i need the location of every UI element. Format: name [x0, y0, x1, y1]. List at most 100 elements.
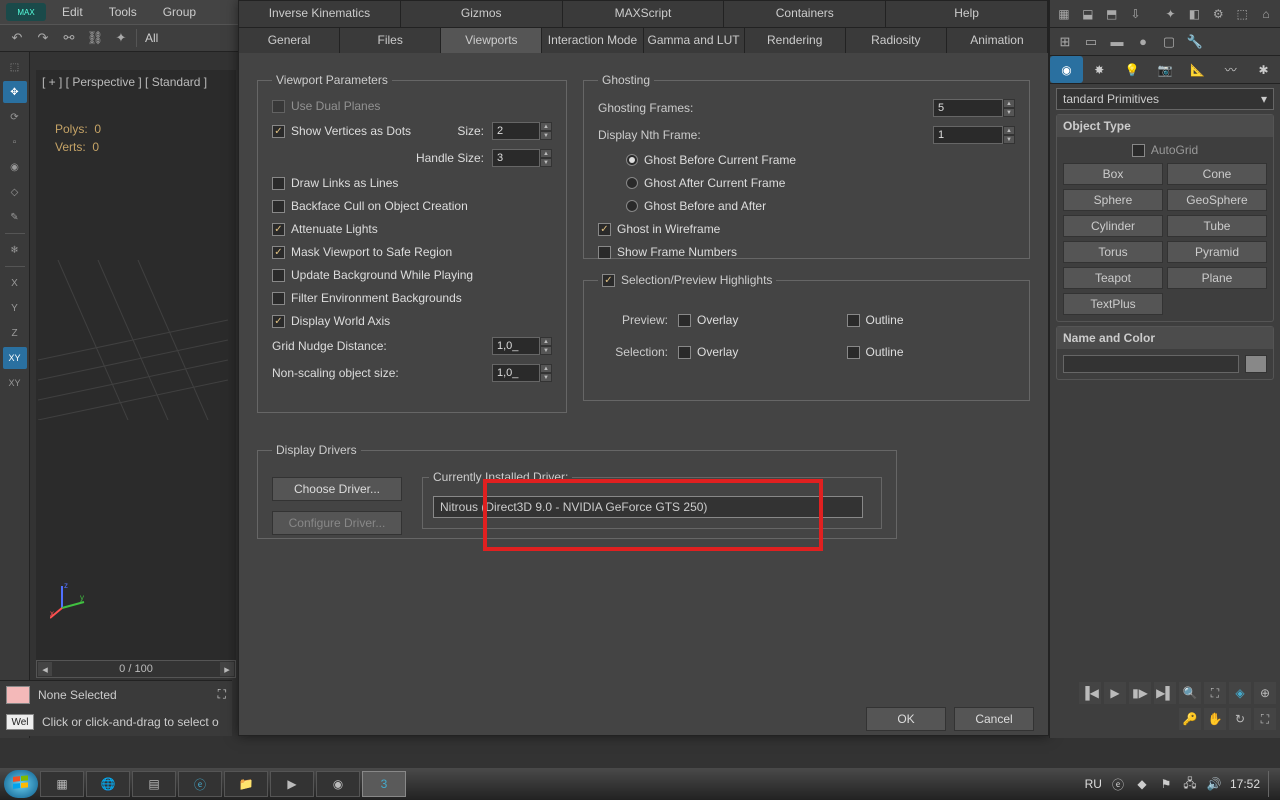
- menu-edit[interactable]: Edit: [52, 3, 93, 21]
- rt-btn5-icon[interactable]: ✦: [1161, 3, 1181, 25]
- scale-tool-icon[interactable]: ▫: [3, 131, 27, 153]
- tray-app-icon[interactable]: ◆: [1134, 776, 1150, 792]
- rt2-btn2-icon[interactable]: ▭: [1080, 31, 1102, 53]
- tray-ie-icon[interactable]: ⓔ: [1110, 776, 1126, 792]
- tab-general[interactable]: General: [239, 28, 340, 53]
- rt-btn8-icon[interactable]: ⬚: [1232, 3, 1252, 25]
- obj-cylinder[interactable]: Cylinder: [1063, 215, 1163, 237]
- sel-overlay-checkbox[interactable]: [678, 346, 691, 359]
- tab-ik[interactable]: Inverse Kinematics: [239, 1, 401, 27]
- name-color-header[interactable]: Name and Color: [1057, 327, 1273, 349]
- sel-outline-checkbox[interactable]: [847, 346, 860, 359]
- undo-icon[interactable]: ↶: [6, 27, 28, 49]
- hierarchy-tab-icon[interactable]: 💡: [1116, 56, 1149, 83]
- obj-cone[interactable]: Cone: [1167, 163, 1267, 185]
- configure-driver-button[interactable]: Configure Driver...: [272, 511, 402, 535]
- obj-plane[interactable]: Plane: [1167, 267, 1267, 289]
- rt-btn1-icon[interactable]: ▦: [1054, 3, 1074, 25]
- obj-tube[interactable]: Tube: [1167, 215, 1267, 237]
- preview-outline-checkbox[interactable]: [847, 314, 860, 327]
- move-tool-icon[interactable]: ✥: [3, 81, 27, 103]
- tab-files[interactable]: Files: [340, 28, 441, 53]
- obj-teapot[interactable]: Teapot: [1063, 267, 1163, 289]
- slider-next-icon[interactable]: ▸: [220, 662, 234, 676]
- tab-containers[interactable]: Containers: [724, 1, 886, 27]
- tab-animation[interactable]: Animation: [947, 28, 1048, 53]
- rt-btn9-icon[interactable]: ⌂: [1256, 3, 1276, 25]
- update-bg-checkbox[interactable]: [272, 269, 285, 282]
- object-type-header[interactable]: Object Type: [1057, 115, 1273, 137]
- clock[interactable]: 17:52: [1230, 777, 1260, 791]
- tray-volume-icon[interactable]: 🔊: [1206, 776, 1222, 792]
- rotate-tool-icon[interactable]: ⟳: [3, 106, 27, 128]
- ghost-frames-spinner[interactable]: ▲▼: [933, 99, 1015, 117]
- rt-btn7-icon[interactable]: ⚙: [1208, 3, 1228, 25]
- ghost-after-radio[interactable]: [626, 177, 638, 189]
- task-explorer[interactable]: 📁: [224, 771, 268, 797]
- nonscale-spinner[interactable]: ▲▼: [492, 364, 552, 382]
- axis-z-icon[interactable]: Z: [3, 322, 27, 344]
- choose-driver-button[interactable]: Choose Driver...: [272, 477, 402, 501]
- welcome-badge[interactable]: Wel: [6, 714, 34, 730]
- cancel-button[interactable]: Cancel: [954, 707, 1034, 731]
- ghost-both-radio[interactable]: [626, 200, 638, 212]
- nth-frame-spinner[interactable]: ▲▼: [933, 126, 1015, 144]
- lang-indicator[interactable]: RU: [1085, 777, 1102, 791]
- pan-icon[interactable]: ✋: [1204, 708, 1226, 730]
- tab-viewports[interactable]: Viewports: [441, 28, 542, 53]
- tab-help[interactable]: Help: [886, 1, 1048, 27]
- task-3dsmax[interactable]: 3: [362, 771, 406, 797]
- ghost-wire-checkbox[interactable]: [598, 223, 611, 236]
- sel-enable-checkbox[interactable]: [602, 274, 615, 287]
- tab-radiosity[interactable]: Radiosity: [846, 28, 947, 53]
- ok-button[interactable]: OK: [866, 707, 946, 731]
- bind-icon[interactable]: ✦: [110, 27, 132, 49]
- orbit-icon[interactable]: ⊕: [1254, 682, 1276, 704]
- rt2-btn1-icon[interactable]: ⊞: [1054, 31, 1076, 53]
- task-media[interactable]: ▶: [270, 771, 314, 797]
- attenuate-checkbox[interactable]: [272, 223, 285, 236]
- start-button[interactable]: [4, 770, 38, 798]
- obj-geosphere[interactable]: GeoSphere: [1167, 189, 1267, 211]
- display-tab-icon[interactable]: 📐: [1181, 56, 1214, 83]
- obj-sphere[interactable]: Sphere: [1063, 189, 1163, 211]
- tab-interaction[interactable]: Interaction Mode: [542, 28, 643, 53]
- redo-icon[interactable]: ↷: [32, 27, 54, 49]
- preview-overlay-checkbox[interactable]: [678, 314, 691, 327]
- world-axis-checkbox[interactable]: [272, 315, 285, 328]
- zoom-icon[interactable]: 🔍: [1179, 682, 1201, 704]
- object-color-swatch[interactable]: [6, 686, 30, 704]
- show-verts-checkbox[interactable]: [272, 125, 285, 138]
- handle-size-spinner[interactable]: ▲▼: [492, 149, 552, 167]
- menu-tools[interactable]: Tools: [99, 3, 147, 21]
- max-viewport-icon[interactable]: ⛶: [1254, 708, 1276, 730]
- play-icon[interactable]: ▶: [1104, 682, 1126, 704]
- tab-rendering[interactable]: Rendering: [745, 28, 846, 53]
- rt2-btn6-icon[interactable]: 🔧: [1184, 31, 1206, 53]
- arc-rotate-icon[interactable]: ↻: [1229, 708, 1251, 730]
- backface-cull-checkbox[interactable]: [272, 200, 285, 213]
- object-name-input[interactable]: [1063, 355, 1239, 373]
- axis-xy-icon[interactable]: XY: [3, 347, 27, 369]
- task-chrome[interactable]: ◉: [316, 771, 360, 797]
- grid-nudge-spinner[interactable]: ▲▼: [492, 337, 552, 355]
- tray-network-icon[interactable]: 🖧: [1182, 776, 1198, 792]
- rt-btn6-icon[interactable]: ◧: [1185, 3, 1205, 25]
- selection-filter[interactable]: All: [145, 31, 158, 45]
- object-color-picker[interactable]: [1245, 355, 1267, 373]
- goto-start-icon[interactable]: ▐◀: [1079, 682, 1101, 704]
- cube-icon[interactable]: ◈: [1229, 682, 1251, 704]
- slider-prev-icon[interactable]: ◂: [38, 662, 52, 676]
- motion-tab-icon[interactable]: 📷: [1149, 56, 1182, 83]
- snap-toggle-icon[interactable]: ❄: [3, 239, 27, 261]
- zoom-all-icon[interactable]: ⛶: [1204, 682, 1226, 704]
- tab-gizmos[interactable]: Gizmos: [401, 1, 563, 27]
- axis-xy2-icon[interactable]: XY: [3, 372, 27, 394]
- rt2-btn5-icon[interactable]: ▢: [1158, 31, 1180, 53]
- link-icon[interactable]: ⚯: [58, 27, 80, 49]
- draw-links-checkbox[interactable]: [272, 177, 285, 190]
- isolate-icon[interactable]: ⛶: [218, 687, 226, 702]
- axis-x-icon[interactable]: X: [3, 272, 27, 294]
- tab-maxscript[interactable]: MAXScript: [563, 1, 725, 27]
- rt-btn4-icon[interactable]: ⇩: [1126, 3, 1146, 25]
